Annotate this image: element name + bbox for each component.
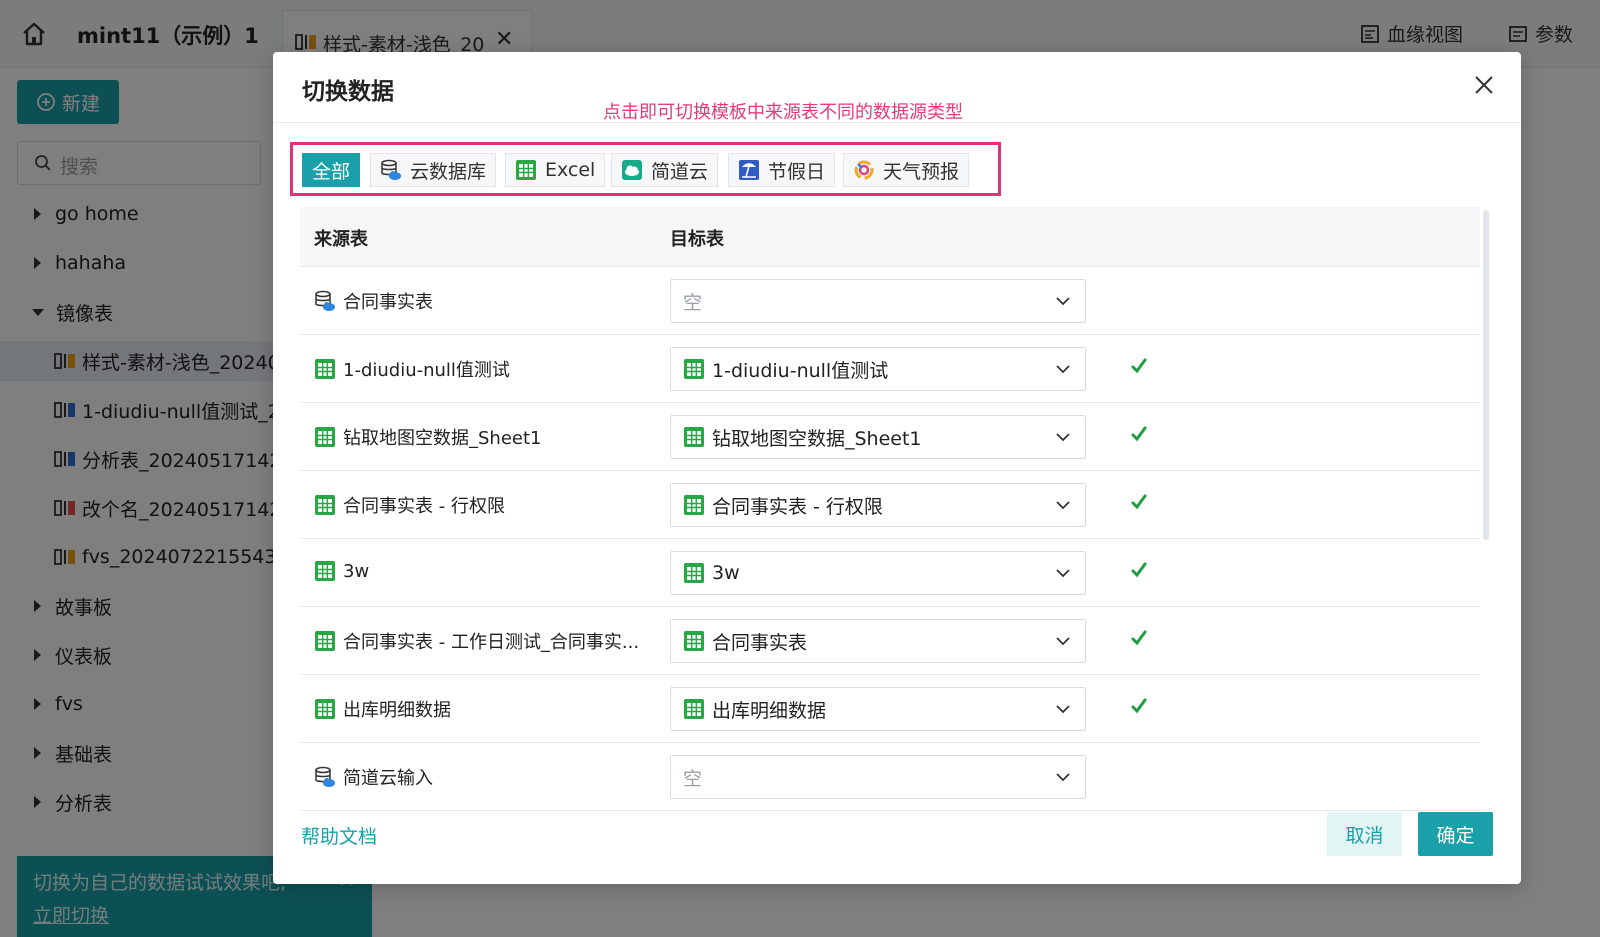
- table-scrollbar[interactable]: [1483, 210, 1489, 540]
- source-table-name: 合同事实表: [343, 292, 433, 313]
- target-table-select[interactable]: 钻取地图空数据_Sheet1: [670, 415, 1086, 459]
- chevron-down-icon: [1056, 297, 1070, 306]
- close-icon[interactable]: [1471, 72, 1497, 98]
- source-table-name: 3w: [343, 560, 370, 582]
- check-icon: [1131, 698, 1147, 714]
- source-table-name: 出库明细数据: [343, 700, 451, 721]
- target-table-value: 3w: [712, 562, 740, 584]
- filter-chip-all[interactable]: 全部: [302, 153, 361, 187]
- mapping-table: 来源表 目标表 合同事实表空 1-diudiu-null值测试 1-diudiu-n…: [300, 207, 1480, 841]
- chevron-down-icon: [1056, 569, 1070, 578]
- chevron-down-icon: [1056, 433, 1070, 442]
- source-table-cell: 钻取地图空数据_Sheet1: [314, 424, 646, 450]
- source-table-name: 钻取地图空数据_Sheet1: [343, 428, 542, 449]
- table-row: 1-diudiu-null值测试 1-diudiu-null值测试: [300, 335, 1480, 403]
- jdy-cloud-icon: [622, 160, 642, 180]
- table-header: 来源表 目标表: [300, 207, 1480, 267]
- target-table-select[interactable]: 合同事实表: [670, 619, 1086, 663]
- filter-chip-weather[interactable]: 天气预报: [843, 153, 970, 187]
- filter-chip-holiday[interactable]: 节假日: [728, 153, 836, 187]
- cloud-db-icon: [315, 290, 335, 311]
- excel-icon: [684, 699, 704, 719]
- filter-chip-cloud-db[interactable]: 云数据库: [370, 153, 497, 187]
- excel-icon: [315, 631, 335, 651]
- confirm-button[interactable]: 确定: [1418, 812, 1493, 856]
- check-icon: [1131, 426, 1147, 442]
- filter-chip-label: 简道云: [651, 160, 709, 183]
- target-table-value: 1-diudiu-null值测试: [712, 359, 889, 382]
- source-table-name: 合同事实表 - 行权限: [343, 496, 505, 517]
- filter-chip-label: 天气预报: [883, 160, 960, 183]
- chevron-down-icon: [1056, 637, 1070, 646]
- excel-icon: [516, 160, 536, 180]
- chevron-down-icon: [1056, 773, 1070, 782]
- source-table-name: 1-diudiu-null值测试: [343, 360, 510, 381]
- excel-icon: [315, 427, 335, 447]
- source-table-cell: 合同事实表 - 行权限: [314, 492, 646, 518]
- table-row: 合同事实表 - 工作日测试_合同事实... 合同事实表: [300, 607, 1480, 675]
- excel-icon: [684, 427, 704, 447]
- check-icon: [1131, 562, 1147, 578]
- target-table-select[interactable]: 空: [670, 279, 1086, 323]
- excel-icon: [315, 561, 335, 581]
- weather-icon: [854, 160, 874, 180]
- source-table-cell: 合同事实表 - 工作日测试_合同事实...: [314, 628, 646, 654]
- table-row: 出库明细数据 出库明细数据: [300, 675, 1480, 743]
- cancel-button[interactable]: 取消: [1327, 812, 1402, 856]
- chevron-down-icon: [1056, 365, 1070, 374]
- target-table-value: 出库明细数据: [712, 699, 827, 722]
- column-source: 来源表: [314, 229, 368, 250]
- target-table-value: 合同事实表 - 行权限: [712, 495, 883, 518]
- target-table-select[interactable]: 1-diudiu-null值测试: [670, 347, 1086, 391]
- target-table-select[interactable]: 合同事实表 - 行权限: [670, 483, 1086, 527]
- check-icon: [1131, 494, 1147, 510]
- chevron-down-icon: [1056, 501, 1070, 510]
- target-table-select[interactable]: 3w: [670, 551, 1086, 595]
- target-table-value: 空: [683, 767, 703, 790]
- target-table-value: 合同事实表: [712, 631, 808, 654]
- target-table-select[interactable]: 空: [670, 755, 1086, 799]
- check-icon: [1131, 358, 1147, 374]
- excel-icon: [315, 495, 335, 515]
- chevron-down-icon: [1056, 705, 1070, 714]
- filter-chip-excel[interactable]: Excel: [505, 153, 606, 187]
- filter-chip-jdy-cloud[interactable]: 简道云: [611, 153, 719, 187]
- table-row: 合同事实表 - 行权限 合同事实表 - 行权限: [300, 471, 1480, 539]
- dialog-hint: 点击即可切换模板中来源表不同的数据源类型: [603, 102, 963, 123]
- source-table-name: 合同事实表 - 工作日测试_合同事实...: [343, 632, 640, 653]
- table-row: 合同事实表 空: [300, 267, 1480, 335]
- dialog-header: 切换数据 点击即可切换模板中来源表不同的数据源类型: [273, 52, 1521, 123]
- source-table-name: 简道云输入: [343, 768, 433, 789]
- source-table-cell: 出库明细数据: [314, 696, 646, 722]
- source-table-cell: 1-diudiu-null值测试: [314, 356, 646, 382]
- source-type-filter: 全部 云数据库 Excel 简道云 节假日 天气预报: [290, 142, 1001, 196]
- table-row: 钻取地图空数据_Sheet1 钻取地图空数据_Sheet1: [300, 403, 1480, 471]
- target-table-value: 空: [683, 291, 703, 314]
- filter-chip-label: Excel: [545, 159, 596, 181]
- column-target: 目标表: [670, 229, 724, 250]
- excel-icon: [684, 563, 704, 583]
- excel-icon: [684, 631, 704, 651]
- help-doc-link[interactable]: 帮助文档: [301, 822, 377, 849]
- filter-chip-label: 节假日: [768, 160, 826, 183]
- dialog-title: 切换数据: [302, 79, 394, 105]
- switch-data-dialog: 切换数据 点击即可切换模板中来源表不同的数据源类型 全部 云数据库 Excel 简道云…: [273, 52, 1521, 884]
- excel-icon: [315, 699, 335, 719]
- source-table-cell: 合同事实表: [314, 288, 646, 314]
- holiday-icon: [739, 160, 759, 180]
- target-table-value: 钻取地图空数据_Sheet1: [712, 427, 922, 450]
- filter-chip-label: 全部: [312, 160, 351, 183]
- cloud-db-icon: [315, 766, 335, 787]
- excel-icon: [684, 495, 704, 515]
- filter-chip-label: 云数据库: [410, 160, 487, 183]
- excel-icon: [684, 359, 704, 379]
- check-icon: [1131, 630, 1147, 646]
- target-table-select[interactable]: 出库明细数据: [670, 687, 1086, 731]
- table-row: 3w 3w: [300, 539, 1480, 607]
- excel-icon: [315, 359, 335, 379]
- table-row: 简道云输入 空: [300, 743, 1480, 811]
- source-table-cell: 简道云输入: [314, 764, 646, 790]
- cloud-db-icon: [381, 159, 401, 180]
- source-table-cell: 3w: [314, 560, 646, 582]
